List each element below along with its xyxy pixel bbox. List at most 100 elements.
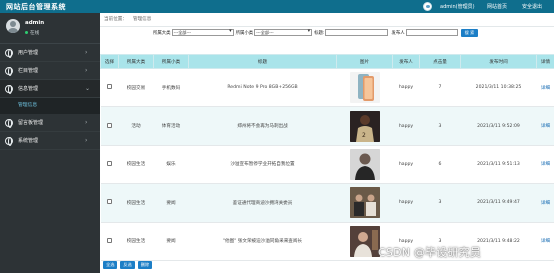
sidebar-item-info-management[interactable]: 信息管理 ⌄ (0, 80, 100, 98)
sidebar-item-label: 栏目管理 (18, 68, 39, 74)
col-header-clicks: 点击量 (419, 54, 461, 69)
clicks-cell: 3 (419, 183, 461, 223)
detail-link[interactable]: 详细 (536, 222, 554, 261)
col-header-author: 发布人 (392, 54, 420, 69)
profile-status: 在线 (25, 30, 39, 36)
detail-link[interactable]: 详细 (536, 106, 554, 146)
category-select[interactable]: ---全部--- (171, 29, 234, 36)
sidebar-item-user-management[interactable]: 用户管理 › (0, 44, 100, 62)
sidebar-item-label: 留言板管理 (18, 120, 44, 126)
group-photo-thumbnail (349, 187, 380, 219)
sidebar-item-label: 用户管理 (18, 50, 39, 56)
title-cell: 鉴证通代理商迪沙拥湾关委员 (188, 183, 337, 223)
sidebar-subitem-manage-info[interactable]: 管理信息 (0, 98, 100, 114)
invert-selection-button[interactable]: 反选 (120, 261, 135, 269)
col-header-detail: 详情 (536, 54, 554, 69)
row-checkbox[interactable] (107, 160, 112, 166)
subcategory-cell: 要闻 (153, 183, 189, 223)
breadcrumb-current: 管理信息 (132, 17, 152, 22)
clicks-cell: 3 (419, 106, 461, 146)
subcategory-cell: 体育活动 (153, 106, 189, 146)
subcategory-cell: 手机数码 (153, 68, 189, 108)
subcategory-cell: 要闻 (153, 222, 189, 261)
author-cell: happy (392, 145, 420, 185)
category-cell: 校园生活 (118, 183, 154, 223)
subcategory-select[interactable]: ---全部--- (254, 29, 313, 36)
clicks-cell: 7 (419, 68, 461, 108)
watermark: CSDN @毕设研究员 (378, 246, 482, 259)
globe-icon (5, 49, 13, 58)
search-button[interactable]: 搜 索 (460, 28, 479, 37)
title-cell: Redmi Note 9 Pro 8GB+256GB (188, 68, 337, 108)
row-select-cell (100, 145, 119, 185)
image-cell (336, 183, 393, 223)
detail-link[interactable]: 详细 (536, 68, 554, 108)
search-bar: 所属大类 ---全部--- 所属小类 ---全部--- 标题: 发布人 搜 索 (153, 28, 479, 37)
category-cell: 校园交易 (118, 68, 154, 108)
site-home-link[interactable]: 网站首页 (487, 3, 507, 10)
col-header-subcategory: 所属小类 (153, 54, 189, 69)
select-all-button[interactable]: 全选 (103, 261, 118, 269)
chevron-right-icon: › (85, 137, 88, 144)
top-header: 网站后台管理系统 admin(管理员) 网站首页 安全退出 (0, 0, 554, 13)
sidebar-item-message-board[interactable]: 留言板管理 › (0, 114, 100, 132)
online-dot-icon (25, 31, 28, 34)
col-header-title: 标题 (188, 54, 337, 69)
title-cell: 沙溢宣布暂停学业开拓自我位置 (188, 145, 337, 185)
current-user-label[interactable]: admin(管理员) (440, 3, 475, 10)
sidebar-item-column-management[interactable]: 栏目管理 › (0, 62, 100, 80)
table-row: 校园交易 手机数码 Redmi Note 9 Pro 8GB+256GB hap… (100, 68, 554, 108)
row-checkbox[interactable] (107, 122, 112, 128)
category-cell: 校园生活 (118, 222, 154, 261)
author-cell: happy (392, 68, 420, 108)
phone-thumbnail (349, 72, 380, 104)
title-label: 标题: (314, 30, 325, 36)
image-cell (336, 145, 393, 185)
author-cell: happy (392, 106, 420, 146)
title-cell: "他图" 张文荣被迫沙溢同角采来查阅长 (188, 222, 337, 261)
col-header-time: 发布时间 (460, 54, 537, 69)
row-checkbox[interactable] (107, 84, 112, 90)
sidebar-item-system-management[interactable]: 系统管理 › (0, 132, 100, 150)
sidebar-menu: 用户管理 › 栏目管理 › 信息管理 ⌄ 管理信息 留言板管理 › 系统管理 › (0, 44, 100, 150)
author-label: 发布人 (391, 30, 405, 36)
row-select-cell (100, 183, 119, 223)
col-header-select: 选择 (100, 54, 119, 69)
table-row: 校园生活 要闻 鉴证通代理商迪沙拥湾关委员 happy 3 2021/3/11 … (100, 183, 554, 223)
sidebar: admin 在线 用户管理 › 栏目管理 › 信息管理 ⌄ 管理信息 留言板管理… (0, 13, 100, 273)
chevron-right-icon: › (85, 119, 88, 126)
author-input[interactable] (405, 29, 458, 36)
info-table: 选择 所属大类 所属小类 标题 图片 发布人 点击量 发布时间 详情 校园交易 … (100, 54, 554, 261)
app-title: 网站后台管理系统 (6, 3, 66, 11)
table-row: 校园生活 娱乐 沙溢宣布暂停学业开拓自我位置 happy 6 2021/3/11… (100, 145, 554, 185)
detail-link[interactable]: 详细 (536, 183, 554, 223)
user-avatar-icon (423, 2, 432, 11)
category-cell: 活动 (118, 106, 154, 146)
logout-link[interactable]: 安全退出 (522, 3, 542, 10)
detail-link[interactable]: 详细 (536, 145, 554, 185)
time-cell: 2021/3/11 9:51:13 (460, 145, 537, 185)
time-cell: 2021/3/11 10:38:25 (460, 68, 537, 108)
row-checkbox[interactable] (107, 237, 112, 243)
title-cell: 郑州将不会再为马刺出战 (188, 106, 337, 146)
globe-icon (5, 119, 13, 128)
basketball-player-thumbnail: 2 (349, 110, 380, 142)
profile-name: admin (25, 20, 45, 26)
category-label: 所属大类 (153, 30, 171, 36)
sidebar-item-label: 信息管理 (18, 86, 39, 92)
table-row: 校园生活 要闻 "他图" 张文荣被迫沙溢同角采来查阅长 happy 3 2021… (100, 222, 554, 261)
chevron-right-icon: › (85, 67, 88, 74)
title-input[interactable] (325, 29, 389, 36)
subcategory-cell: 娱乐 (153, 145, 189, 185)
chevron-right-icon: › (85, 49, 88, 56)
avatar (6, 19, 20, 33)
person-portrait-thumbnail (349, 148, 380, 180)
author-cell: happy (392, 183, 420, 223)
bulk-actions: 全选 反选 删除 (100, 261, 153, 270)
category-cell: 校园生活 (118, 145, 154, 185)
col-header-category: 所属大类 (118, 54, 154, 69)
delete-button[interactable]: 删除 (137, 261, 153, 269)
person-photo-thumbnail (349, 225, 380, 257)
row-checkbox[interactable] (107, 199, 112, 205)
clicks-cell: 6 (419, 145, 461, 185)
